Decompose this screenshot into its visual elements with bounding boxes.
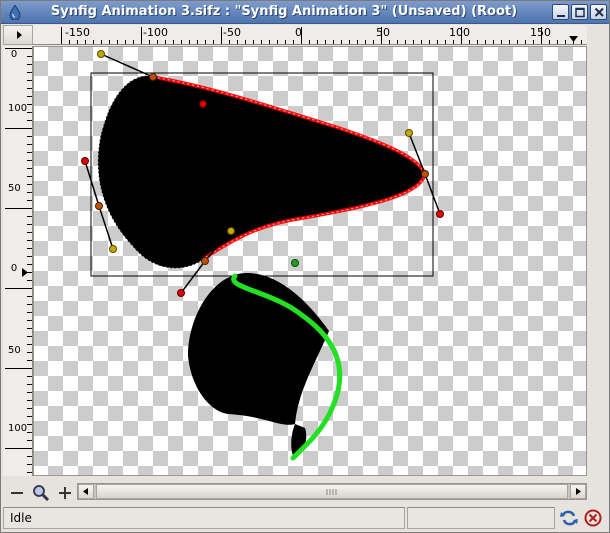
minimize-icon: [557, 15, 565, 17]
ruler-label: 0: [10, 49, 18, 60]
canvas-drawing: [81, 50, 444, 461]
ruler-label: 100: [449, 26, 470, 39]
region-shape-2[interactable]: [188, 273, 329, 425]
ruler-label: 100: [8, 103, 28, 114]
ruler-label: 0: [295, 26, 302, 39]
title-bar[interactable]: Synfig Animation 3.sifz : "Synfig Animat…: [1, 1, 609, 24]
window-title: Synfig Animation 3.sifz : "Synfig Animat…: [50, 4, 518, 19]
horizontal-ruler-ticks: [61, 27, 582, 44]
horizontal-ruler[interactable]: -150 -100 -50 0 50 100 150: [33, 25, 587, 45]
zoom-in-icon: [59, 487, 71, 499]
zoom-in-button[interactable]: [55, 483, 75, 503]
horizontal-scrollbar[interactable]: [77, 483, 587, 500]
ruler-label: 150: [530, 26, 551, 39]
menu-arrow-icon: [17, 31, 22, 39]
vertical-ruler[interactable]: 0 100 50 0 50 100: [3, 46, 33, 476]
canvas-menu-button[interactable]: [3, 25, 33, 45]
stop-render-button[interactable]: [583, 508, 603, 528]
zoom-fit-icon: [33, 485, 50, 502]
status-field-secondary: [407, 507, 555, 529]
ruler-label: -100: [143, 26, 168, 39]
minimize-button[interactable]: [552, 4, 569, 20]
refresh-icon: [560, 510, 578, 526]
stop-render-icon: [584, 509, 602, 527]
grip-icon: [326, 489, 337, 495]
synfig-canvas-window: Synfig Animation 3.sifz : "Synfig Animat…: [0, 0, 610, 533]
maximize-button[interactable]: [571, 4, 588, 20]
ruler-label: 0: [10, 263, 18, 274]
arrow-left-icon: [83, 488, 88, 495]
status-bar: Idle: [3, 506, 607, 530]
zoom-out-icon: [11, 492, 23, 494]
synfig-drop-icon: [9, 5, 21, 20]
arrow-right-icon: [576, 488, 581, 495]
ruler-label: 50: [8, 183, 21, 194]
ruler-label: -50: [223, 26, 241, 39]
right-edge-strip: [587, 25, 609, 477]
status-text: Idle: [10, 511, 32, 525]
ruler-label: 50: [8, 345, 21, 356]
ruler-label: -150: [65, 26, 90, 39]
zoom-fit-button[interactable]: [31, 483, 51, 503]
ruler-label: 100: [8, 423, 28, 434]
close-button[interactable]: [590, 4, 607, 20]
maximize-icon: [575, 7, 585, 18]
status-field: Idle: [3, 507, 405, 529]
ruler-label: 50: [376, 26, 390, 39]
zoom-out-button[interactable]: [7, 483, 27, 503]
scroll-left-button[interactable]: [78, 484, 94, 499]
scroll-right-button[interactable]: [570, 484, 586, 499]
ruler-position-marker-icon: [22, 268, 28, 277]
close-icon: [594, 7, 604, 17]
scroll-thumb[interactable]: [96, 484, 568, 499]
refresh-button[interactable]: [559, 508, 579, 528]
ruler-position-marker-icon: [569, 36, 578, 42]
canvas-work-area[interactable]: [33, 46, 587, 476]
